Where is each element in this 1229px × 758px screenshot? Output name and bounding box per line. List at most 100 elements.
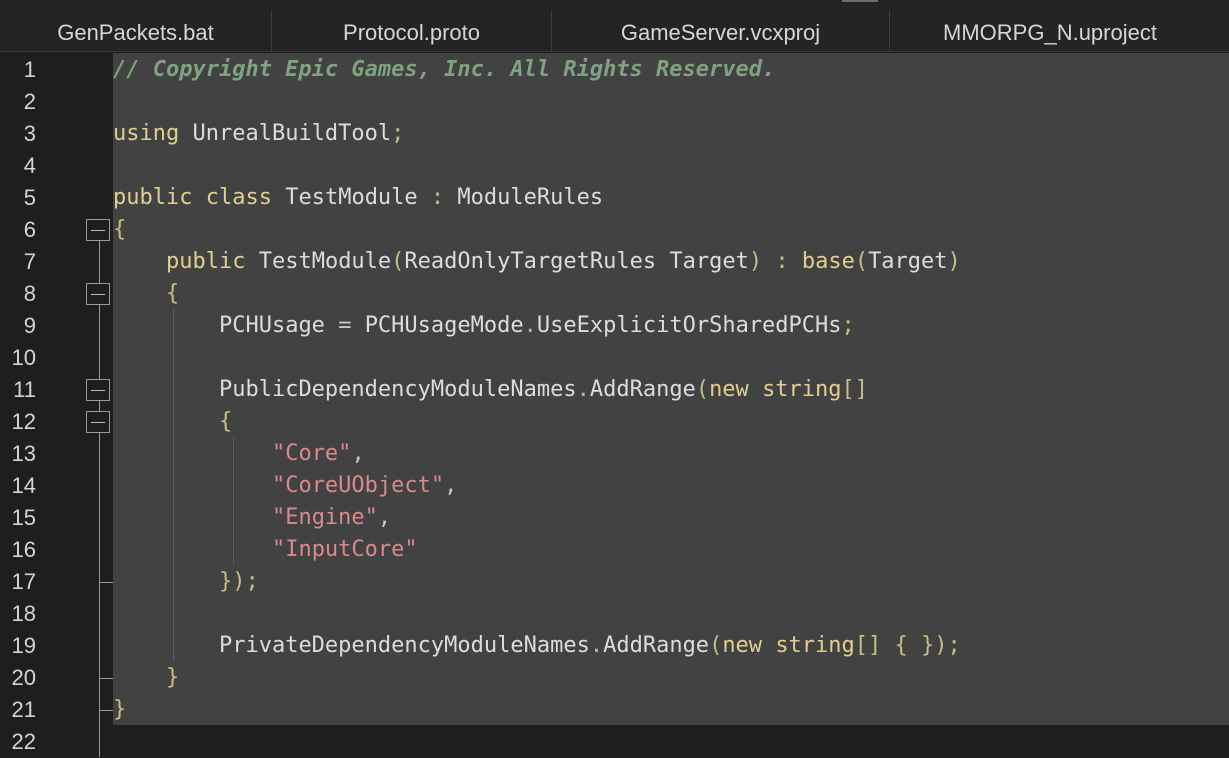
line-number: 22: [11, 729, 36, 754]
close-brace: }: [165, 665, 180, 690]
open-brace: {: [165, 281, 180, 306]
collapse-class-icon[interactable]: [86, 219, 110, 241]
code-line-16: "InputCore": [113, 534, 418, 566]
keyword: class: [205, 185, 272, 210]
fold-end-marker: [99, 582, 113, 583]
collapse-array-icon[interactable]: [86, 411, 110, 433]
line-number: 11: [13, 377, 36, 402]
code-line-1: // Copyright Epic Games, Inc. All Rights…: [113, 54, 775, 86]
code-line-8: {: [113, 278, 179, 310]
semicolon: ;: [391, 121, 405, 146]
string-literal: "CoreUObject": [271, 473, 445, 498]
line-number: 19: [11, 633, 36, 658]
string-literal: "InputCore": [271, 537, 418, 562]
line-number: 5: [23, 185, 36, 210]
line-number: 10: [11, 345, 36, 370]
paren: (: [695, 377, 710, 402]
paren: (: [709, 633, 723, 658]
copyright-comment: // Copyright Epic Games, Inc. All Rights…: [113, 57, 776, 82]
paren: (: [391, 249, 405, 274]
dot: .: [589, 633, 604, 658]
code-line-12: {: [113, 406, 232, 438]
open-brace: {: [218, 409, 233, 434]
line-number: 9: [23, 313, 36, 338]
semicolon: ;: [947, 633, 961, 658]
line-number: 8: [23, 281, 36, 306]
code-line-6: {: [113, 214, 126, 246]
keyword: new: [709, 377, 749, 402]
code-line-17: });: [113, 566, 259, 598]
colon: :: [775, 249, 789, 274]
keyword: using: [113, 121, 180, 146]
code-line-14: "CoreUObject",: [113, 470, 457, 502]
editor-empty-line[interactable]: [113, 725, 1229, 757]
paren: (: [854, 249, 869, 274]
line-number: 15: [11, 505, 36, 530]
tab-protocol[interactable]: Protocol.proto: [272, 10, 552, 52]
code-line-3: using UnrealBuildTool;: [113, 118, 404, 150]
code-line-21: }: [113, 694, 126, 726]
collapse-constructor-icon[interactable]: [86, 283, 110, 305]
keyword: new: [722, 633, 763, 658]
tab-bar: GenPackets.bat Protocol.proto GameServer…: [0, 0, 1229, 52]
tab-mmorpg[interactable]: MMORPG_N.uproject: [890, 10, 1210, 52]
line-number: 20: [11, 665, 36, 690]
arg-name: Target: [868, 249, 948, 274]
fold-end-marker: [99, 710, 113, 711]
keyword: public: [113, 185, 193, 210]
semicolon: ;: [245, 569, 259, 594]
field-name: PCHUsage: [218, 313, 325, 338]
comma: ,: [444, 473, 458, 498]
line-number: 6: [23, 217, 36, 242]
code-line-11: PublicDependencyModuleNames.AddRange(new…: [113, 374, 868, 406]
dot: .: [576, 377, 590, 402]
empty-initializer: { }): [894, 633, 948, 658]
constructor-name: TestModule: [258, 249, 392, 274]
operator: =: [338, 313, 352, 338]
close-brace-paren: }): [218, 569, 246, 594]
keyword: string: [762, 377, 842, 402]
paren: ): [947, 249, 961, 274]
line-number: 21: [11, 697, 36, 722]
code-line-19: PrivateDependencyModuleNames.AddRange(ne…: [113, 630, 961, 662]
namespace-name: UnrealBuildTool: [192, 121, 392, 146]
code-line-9: PCHUsage = PCHUsageMode.UseExplicitOrSha…: [113, 310, 855, 342]
dot: .: [523, 313, 537, 338]
code-line-7: public TestModule(ReadOnlyTargetRules Ta…: [113, 246, 961, 278]
brackets: []: [841, 377, 869, 402]
param-type: ReadOnlyTargetRules: [404, 249, 657, 274]
line-number: 2: [23, 89, 36, 114]
base-class-name: ModuleRules: [457, 185, 604, 210]
open-brace: {: [113, 217, 127, 242]
string-literal: "Core": [271, 441, 352, 466]
active-tab-indicator: [842, 0, 878, 2]
method-name: AddRange: [603, 633, 710, 658]
line-number: 1: [23, 57, 36, 82]
paren: ): [748, 249, 763, 274]
code-line-15: "Engine",: [113, 502, 391, 534]
collapse-statement-icon[interactable]: [86, 379, 110, 401]
keyword: public: [165, 249, 246, 274]
param-name: Target: [669, 249, 749, 274]
comma: ,: [351, 441, 365, 466]
method-name: AddRange: [589, 377, 696, 402]
line-number: 4: [23, 153, 36, 178]
object-name: PrivateDependencyModuleNames: [218, 633, 590, 658]
line-number: 13: [11, 441, 36, 466]
object-name: PublicDependencyModuleNames: [218, 377, 577, 402]
comma: ,: [377, 505, 392, 530]
tab-genpackets[interactable]: GenPackets.bat: [0, 10, 272, 52]
line-number: 14: [11, 473, 36, 498]
enum-value: UseExplicitOrSharedPCHs: [536, 313, 842, 338]
fold-line: [99, 241, 100, 757]
enum-name: PCHUsageMode: [364, 313, 524, 338]
line-number: 3: [23, 121, 36, 146]
tab-gameserver[interactable]: GameServer.vcxproj: [552, 10, 890, 52]
close-brace: }: [113, 697, 127, 722]
brackets: []: [854, 633, 882, 658]
line-number: 12: [11, 409, 36, 434]
semicolon: ;: [841, 313, 855, 338]
keyword: base: [801, 249, 855, 274]
line-number: 18: [11, 601, 36, 626]
string-literal: "Engine": [271, 505, 378, 530]
